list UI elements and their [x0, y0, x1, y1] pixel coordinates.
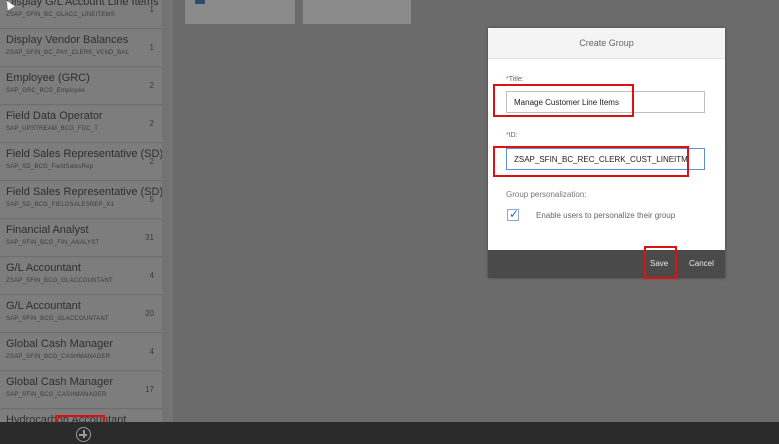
list-item-count: 17	[145, 385, 154, 394]
list-item-count: 2	[149, 81, 154, 90]
id-label: *ID:	[506, 132, 518, 139]
title-label-text: Title:	[508, 76, 524, 83]
list-item-title: Display Vendor Balances	[6, 34, 129, 46]
list-item-count: 4	[149, 347, 154, 356]
checkmark-icon: ✓	[509, 207, 520, 221]
sidebar-scrollbar[interactable]	[162, 0, 173, 422]
list-item-subtitle: SAP_SD_BCG_FIELDSALESREP_X1	[6, 202, 115, 208]
list-item-title: Global Cash Manager	[6, 376, 114, 388]
list-item-count: 5	[149, 195, 154, 204]
list-item-subtitle: SAP_SFIN_BCG_CASHMANAGER	[6, 392, 107, 398]
list-item-subtitle: SAP_SFIN_BCG_GLACCOUNTANT	[6, 316, 109, 322]
save-button[interactable]: Save	[650, 250, 668, 278]
list-item-subtitle: SAP_SFIN_BCG_FIN_ANALYST	[6, 240, 100, 246]
dialog-title: Create Group	[579, 38, 634, 48]
cancel-button[interactable]: Cancel	[689, 250, 714, 278]
list-item-subtitle: ZSAP_SFIN_BC_PAY_CLERK_VEND_BAL	[6, 50, 130, 56]
bottom-toolbar	[0, 422, 779, 444]
create-group-dialog: Create Group *Title: *ID: Group personal…	[488, 28, 725, 278]
list-item-title: G/L Accountant	[6, 262, 81, 274]
group-list-sidebar: Display G/L Account Line Items ZSAP_SFIN…	[0, 0, 173, 422]
personalize-checkbox[interactable]: ✓	[507, 207, 520, 221]
list-item-title: Field Data Operator	[6, 110, 103, 122]
list-item[interactable]: Display G/L Account Line Items ZSAP_SFIN…	[0, 0, 162, 29]
dialog-header: Create Group	[488, 28, 725, 59]
app-tile[interactable]	[303, 0, 411, 24]
list-item-title: Field Sales Representative (SD)	[6, 186, 164, 198]
list-item-title: G/L Accountant	[6, 300, 81, 312]
list-item-title: Hydrocarbon Accountant	[6, 414, 127, 422]
personalize-checkbox-label: Enable users to personalize their group	[536, 211, 676, 220]
list-item-title: Global Cash Manager	[6, 338, 114, 350]
list-item-title: Field Sales Representative (SD)	[6, 148, 164, 160]
list-item-count: 20	[145, 309, 154, 318]
list-item-count: 1	[149, 43, 154, 52]
id-input[interactable]	[506, 148, 705, 170]
list-item-count: 2	[149, 119, 154, 128]
list-item[interactable]: Employee (GRC) SAP_GRC_BCG_Employee 2	[0, 68, 162, 105]
list-item[interactable]: Financial Analyst SAP_SFIN_BCG_FIN_ANALY…	[0, 220, 162, 257]
list-item-count: 4	[149, 271, 154, 280]
tile-app-icon	[195, 0, 205, 4]
id-label-text: ID:	[508, 132, 518, 139]
list-item-count: 1	[149, 5, 154, 14]
list-item[interactable]: Global Cash Manager SAP_SFIN_BCG_CASHMAN…	[0, 372, 162, 409]
list-item[interactable]: G/L Accountant ZSAP_SFIN_BCG_GLACCOUNTAN…	[0, 258, 162, 295]
list-item[interactable]: Display Vendor Balances ZSAP_SFIN_BC_PAY…	[0, 30, 162, 67]
list-item-subtitle: SAP_GRC_BCG_Employee	[6, 88, 86, 94]
list-item[interactable]: Hydrocarbon Accountant	[0, 410, 162, 422]
list-item-subtitle: ZSAP_SFIN_BCG_CASHMANAGER	[6, 354, 111, 360]
list-item[interactable]: Field Data Operator SAP_UPSTREAM_BCG_FDC…	[0, 106, 162, 143]
list-item-subtitle: ZSAP_SFIN_BCG_GLACCOUNTANT	[6, 278, 113, 284]
list-item-subtitle: SAP_SD_BCG_FieldSalesRep	[6, 164, 94, 170]
app-tile[interactable]	[185, 0, 295, 24]
list-item[interactable]: Field Sales Representative (SD) SAP_SD_B…	[0, 182, 164, 219]
list-item-title: Employee (GRC)	[6, 72, 90, 84]
list-item-subtitle: ZSAP_SFIN_BC_GLACC_LINEITEMS	[6, 12, 115, 18]
list-item-title: Display G/L Account Line Items	[6, 0, 159, 8]
group-personalization-label: Group personalization:	[506, 190, 587, 199]
list-item-count: 31	[145, 233, 154, 242]
dialog-footer: Save Cancel	[488, 250, 725, 278]
list-item[interactable]: G/L Accountant SAP_SFIN_BCG_GLACCOUNTANT…	[0, 296, 162, 333]
list-item[interactable]: Field Sales Representative (SD) SAP_SD_B…	[0, 144, 164, 181]
list-item-title: Financial Analyst	[6, 224, 89, 236]
list-item-subtitle: SAP_UPSTREAM_BCG_FDC_T	[6, 126, 99, 132]
list-item[interactable]: Global Cash Manager ZSAP_SFIN_BCG_CASHMA…	[0, 334, 162, 371]
list-item-count: 2	[149, 157, 154, 166]
title-label: *Title:	[506, 76, 524, 83]
plus-circle-icon[interactable]	[76, 427, 91, 442]
title-input[interactable]	[506, 91, 705, 113]
